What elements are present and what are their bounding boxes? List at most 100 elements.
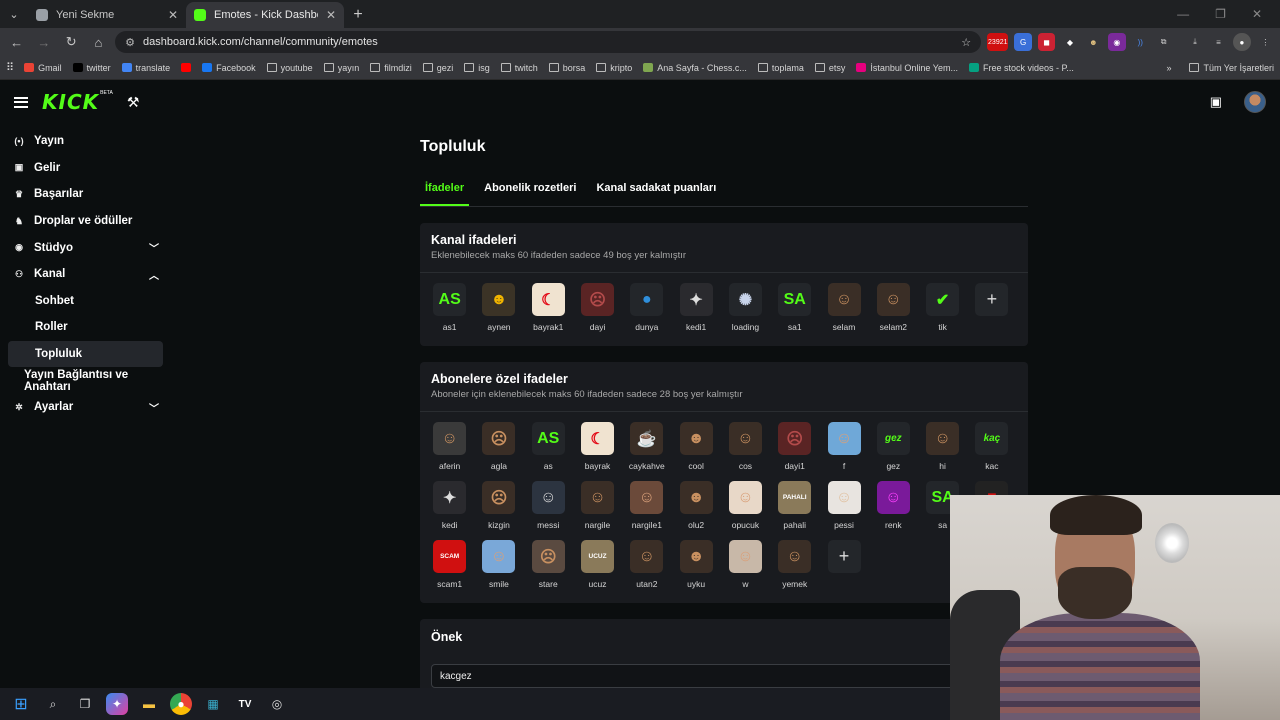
emote-item[interactable]: ☺ nargile	[573, 481, 622, 536]
emote-item[interactable]: ☺ nargile1	[622, 481, 671, 536]
sidebar-item-başarılar[interactable]: ♛ Başarılar	[8, 181, 163, 208]
recorder-icon[interactable]: ◎	[266, 693, 288, 715]
browser-tab[interactable]: Emotes - Kick Dashboard ✕	[186, 2, 344, 28]
emote-item[interactable]: UCUZ ucuz	[573, 540, 622, 595]
close-tab-icon[interactable]: ✕	[326, 8, 336, 22]
bookmark-item[interactable]: borsa	[548, 63, 585, 73]
emote-item[interactable]: ☕ caykahve	[622, 422, 671, 477]
sidebar-item-ayarlar[interactable]: ✲ Ayarlar ﹀	[8, 394, 163, 421]
bookmark-item[interactable]: gezi	[422, 63, 453, 73]
bookmark-item[interactable]: isg	[464, 63, 490, 73]
sidebar-item-yayın[interactable]: (•) Yayın	[8, 128, 163, 155]
home-icon[interactable]: ⌂	[88, 31, 109, 53]
emote-item[interactable]: AS as	[524, 422, 573, 477]
close-window-icon[interactable]: ✕	[1252, 7, 1262, 21]
sidebar-item-gelir[interactable]: ▣ Gelir	[8, 155, 163, 182]
emote-item[interactable]: ✦ kedi1	[671, 283, 720, 338]
bookmark-item[interactable]: etsy	[814, 63, 845, 73]
emote-item[interactable]: ☺ pessi	[819, 481, 868, 536]
kick-logo[interactable]: KICKBETA	[42, 90, 113, 114]
emote-item[interactable]: ☺ hi	[918, 422, 967, 477]
bookmark-item[interactable]: twitter	[72, 63, 111, 73]
emote-item[interactable]: ☺ messi	[524, 481, 573, 536]
bookmark-item[interactable]: youtube	[266, 63, 313, 73]
emote-item[interactable]: ☺ utan2	[622, 540, 671, 595]
bookmark-item[interactable]: translate	[121, 63, 170, 73]
bookmark-item[interactable]: Facebook	[202, 63, 256, 73]
app-icon[interactable]: ▦	[202, 693, 224, 715]
all-bookmarks[interactable]: Tüm Yer İşaretleri	[1189, 63, 1274, 73]
address-bar[interactable]: ⚙ dashboard.kick.com/channel/community/e…	[115, 31, 982, 53]
emote-item[interactable]: ☺ f	[819, 422, 868, 477]
bookmark-item[interactable]: twitch	[500, 63, 538, 73]
emote-item[interactable]: ☾ bayrak	[573, 422, 622, 477]
sidebar-item-kanal[interactable]: ⚇ Kanal ︿	[8, 261, 163, 288]
tab-search-icon[interactable]: ⌄	[0, 0, 28, 28]
profile-icon[interactable]: ●	[1233, 33, 1251, 51]
emote-item[interactable]: ✺ loading	[721, 283, 770, 338]
bookmark-item[interactable]: Ana Sayfa - Chess.c...	[643, 63, 747, 73]
search-icon[interactable]: ⌕	[42, 693, 64, 715]
emote-item[interactable]: SCAM scam1	[425, 540, 474, 595]
ext-diamond-icon[interactable]: ◆	[1061, 33, 1078, 51]
emote-item[interactable]: ☺ renk	[869, 481, 918, 536]
ext-wave-icon[interactable]: ))	[1132, 33, 1149, 51]
back-icon[interactable]: ←	[6, 31, 27, 53]
bookmark-item[interactable]: filmdizi	[370, 63, 412, 73]
creator-tools-icon[interactable]: ⚒	[127, 94, 140, 111]
chevron-up-icon[interactable]: ︿	[149, 267, 159, 282]
prefix-input[interactable]: kacgez	[431, 664, 1017, 688]
emote-item[interactable]: PAHALI pahali	[770, 481, 819, 536]
extension-badge[interactable]: 23921	[987, 33, 1009, 51]
emote-item[interactable]: ☻ olu2	[671, 481, 720, 536]
emote-item[interactable]: ☺ smile	[474, 540, 523, 595]
bookmark-item[interactable]: toplama	[757, 63, 804, 73]
minimize-icon[interactable]: —	[1177, 7, 1189, 21]
sidebar-item-topluluk[interactable]: Topluluk	[8, 340, 163, 368]
tradingview-icon[interactable]: TV	[234, 693, 256, 715]
emote-item[interactable]: ☺ opucuk	[721, 481, 770, 536]
stream-preview-icon[interactable]: ▣	[1210, 94, 1222, 110]
avatar[interactable]	[1244, 91, 1266, 113]
ext-purple-icon[interactable]: ◉	[1108, 33, 1126, 51]
apps-icon[interactable]: ⠿	[6, 61, 14, 74]
bookmark-item[interactable]: kripto	[596, 63, 632, 73]
add-emote-button[interactable]: +	[967, 283, 1016, 338]
emote-item[interactable]: ☹ dayi1	[770, 422, 819, 477]
sidebar-item-droplar[interactable]: ♞ Droplar ve ödüller	[8, 208, 163, 235]
tab-sub-badges[interactable]: Abonelik rozetleri	[479, 180, 581, 206]
emote-item[interactable]: ☺ selam	[819, 283, 868, 338]
maximize-icon[interactable]: ❐	[1215, 7, 1226, 21]
chevron-down-icon[interactable]: ﹀	[149, 400, 159, 415]
sidebar-item-yayın[interactable]: Yayın Bağlantısı ve Anahtarı	[8, 367, 163, 394]
emote-item[interactable]: ☻ uyku	[671, 540, 720, 595]
emote-item[interactable]: ☹ kizgin	[474, 481, 523, 536]
bookmark-item[interactable]: Free stock videos - P...	[968, 63, 1074, 73]
new-tab-button[interactable]: +	[344, 2, 372, 28]
emote-item[interactable]: gez gez	[869, 422, 918, 477]
emote-item[interactable]: ☹ dayi	[573, 283, 622, 338]
media-icon[interactable]: ≡	[1210, 33, 1227, 51]
ext-icon[interactable]: ◼	[1037, 33, 1056, 51]
copilot-icon[interactable]: ✦	[106, 693, 128, 715]
menu-icon[interactable]: ⋮	[1257, 33, 1274, 51]
browser-tab[interactable]: Yeni Sekme ✕	[28, 2, 186, 28]
sidebar-item-roller[interactable]: Roller	[8, 314, 163, 341]
emote-item[interactable]: kaç kac	[967, 422, 1016, 477]
bookmark-item[interactable]: Gmail	[24, 63, 62, 73]
sidebar-item-sohbet[interactable]: Sohbet	[8, 288, 163, 315]
reload-icon[interactable]: ↻	[61, 31, 82, 53]
add-emote-button[interactable]: +	[819, 540, 868, 595]
task-view-icon[interactable]: ❐	[74, 693, 96, 715]
emote-item[interactable]: ☻ cool	[671, 422, 720, 477]
emote-item[interactable]: ☻ aynen	[474, 283, 523, 338]
translate-ext-icon[interactable]: G	[1014, 33, 1032, 51]
bookmark-star-icon[interactable]: ☆	[961, 36, 971, 49]
file-explorer-icon[interactable]: ▬	[138, 693, 160, 715]
sidebar-item-stüdyo[interactable]: ◉ Stüdyo ﹀	[8, 234, 163, 261]
emote-item[interactable]: ● dunya	[622, 283, 671, 338]
emote-item[interactable]: ☹ agla	[474, 422, 523, 477]
more-bookmarks-icon[interactable]: »	[1166, 63, 1171, 73]
emote-item[interactable]: SA sa1	[770, 283, 819, 338]
hamburger-menu-icon[interactable]	[14, 96, 28, 108]
